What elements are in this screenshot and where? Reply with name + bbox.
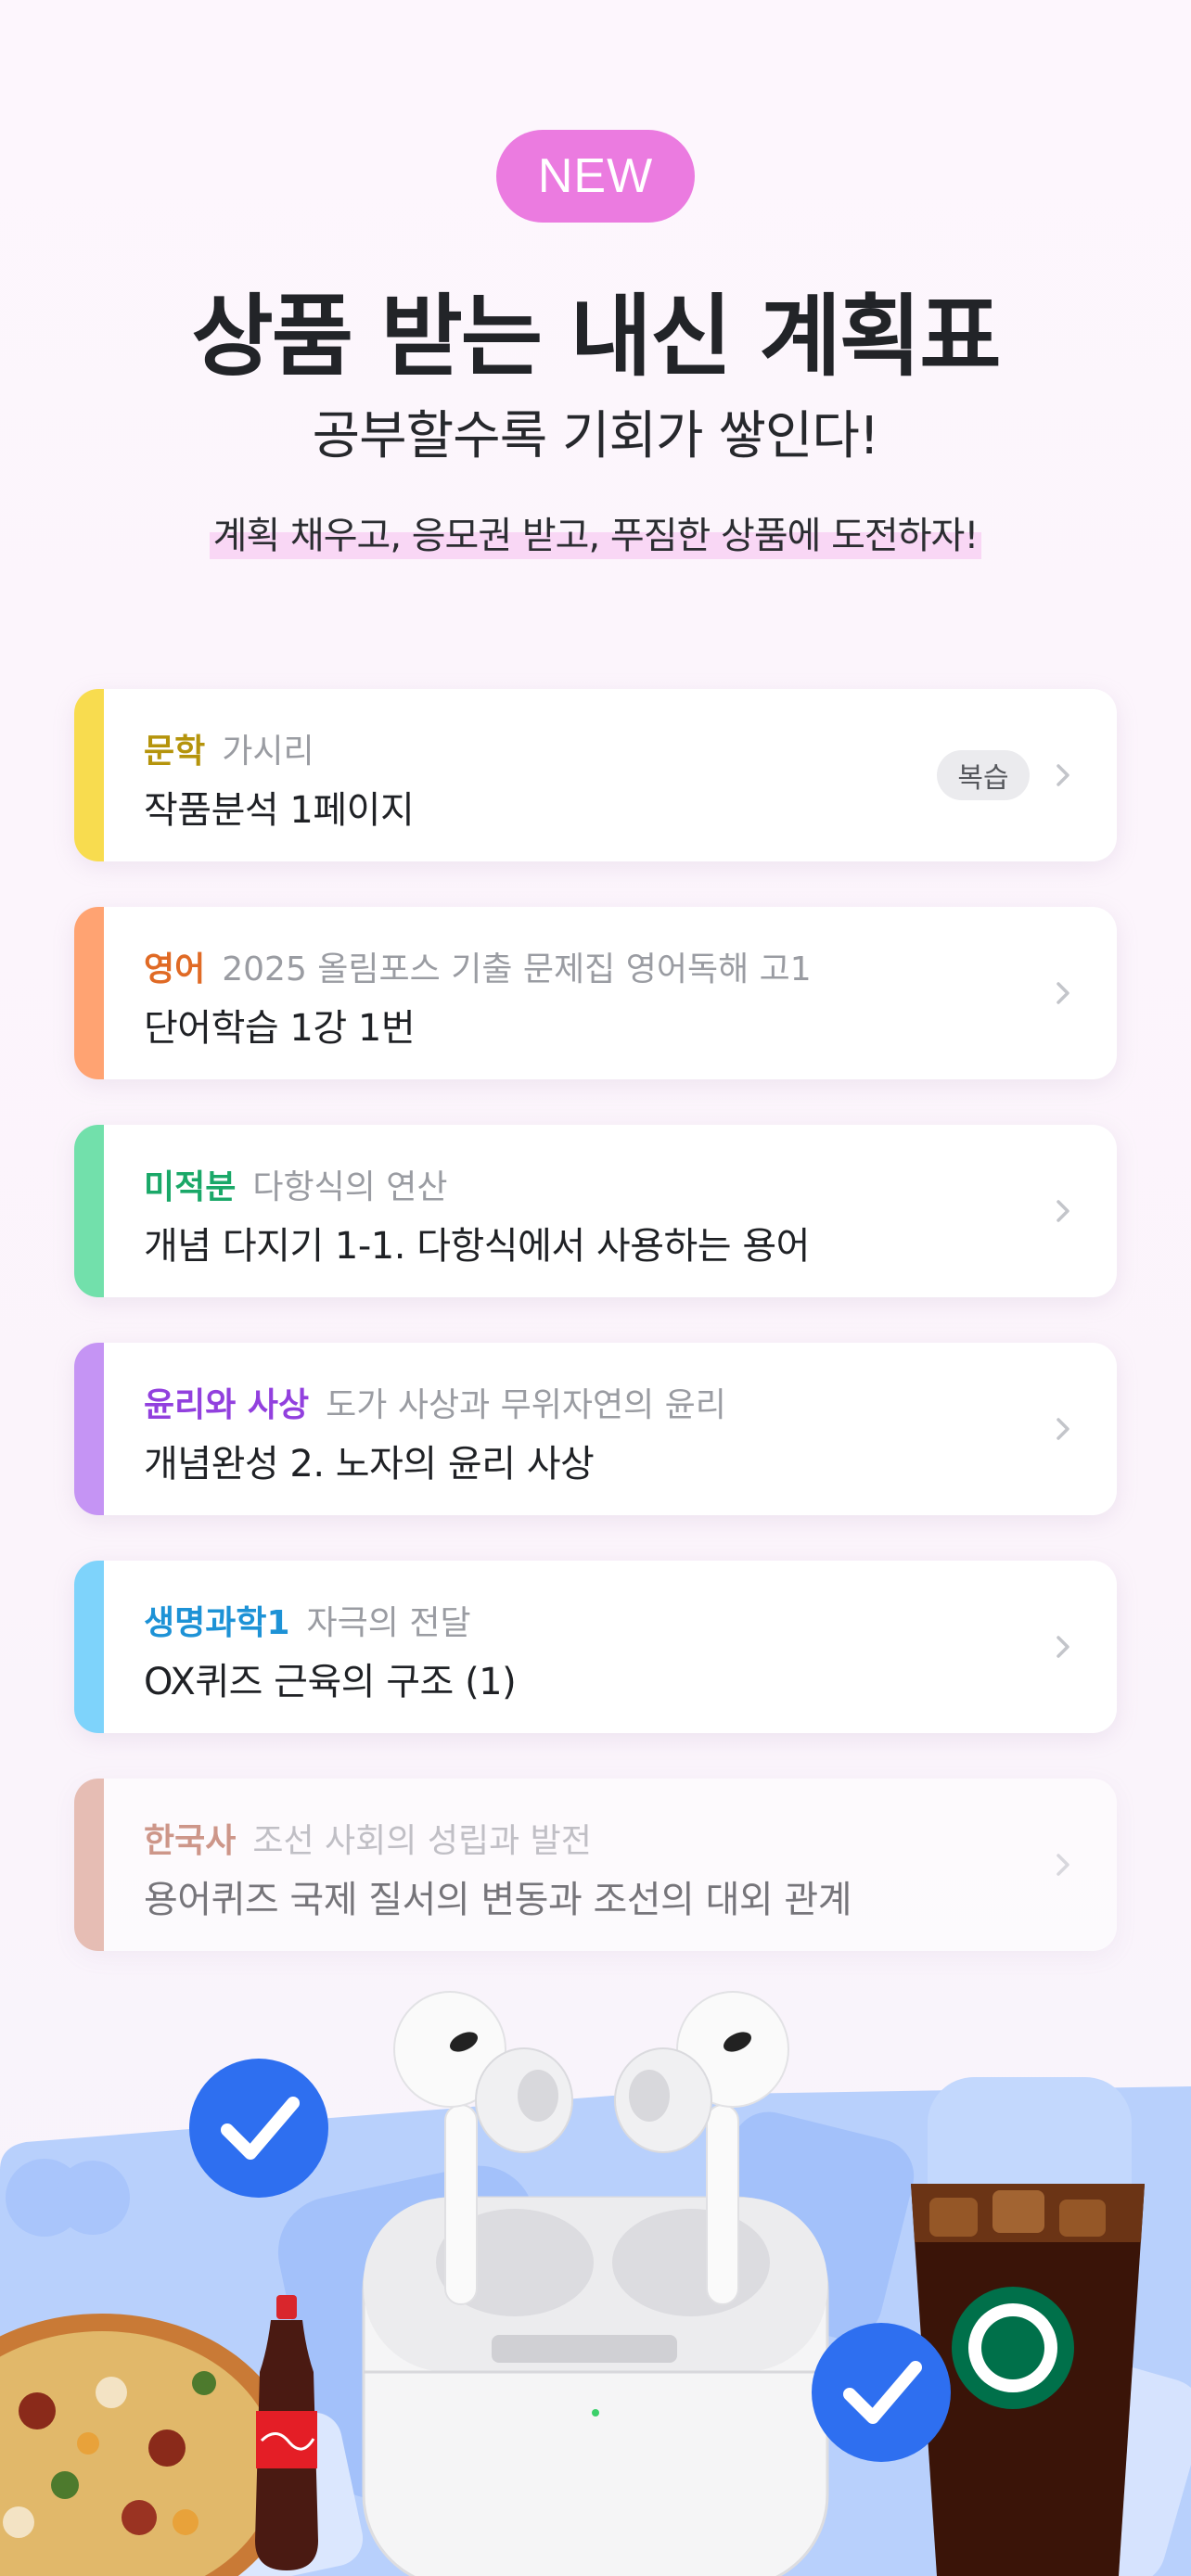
plan-meta: 미적분 다항식의 연산 [144,1160,448,1208]
review-badge: 복습 [937,750,1030,800]
check-circle-icon [812,2323,951,2462]
plan-topic: 조선 사회의 성립과 발전 [252,1822,592,1860]
chevron-right-icon [1057,1200,1069,1222]
plan-card[interactable]: 미적분 다항식의 연산 개념 다지기 1-1. 다항식에서 사용하는 용어 [74,1125,1117,1297]
plan-accent-bar [74,689,104,861]
plan-meta: 영어 2025 올림포스 기출 문제집 영어독해 고1 [144,942,812,990]
chevron-right-icon [1057,1636,1069,1658]
plan-card[interactable]: 문학 가시리 작품분석 1페이지 복습 [74,689,1117,861]
plan-task: 용어퀴즈 국제 질서의 변동과 조선의 대외 관계 [144,1879,852,1921]
plan-accent-bar [74,907,104,1079]
plan-meta: 한국사 조선 사회의 성립과 발전 [144,1814,592,1862]
plan-meta: 윤리와 사상 도가 사상과 무위자연의 윤리 [144,1378,726,1426]
plan-task: 작품분석 1페이지 [144,789,415,832]
plan-subject: 윤리와 사상 [144,1386,310,1424]
description-row: 계획 채우고, 응모권 받고, 푸짐한 상품에 도전하자! [0,505,1191,559]
plan-subject: 한국사 [144,1822,237,1860]
chevron-right-icon [1057,1418,1069,1440]
plan-accent-bar [74,1561,104,1733]
plan-task: 단어학습 1강 1번 [144,1007,416,1050]
plan-task: 개념완성 2. 노자의 윤리 사상 [144,1443,595,1486]
plan-accent-bar [74,1779,104,1951]
plan-card[interactable]: 영어 2025 올림포스 기출 문제집 영어독해 고1 단어학습 1강 1번 [74,907,1117,1079]
chevron-right-icon [1057,982,1069,1004]
plan-accent-bar [74,1125,104,1297]
plan-topic: 도가 사상과 무위자연의 윤리 [326,1386,726,1424]
plan-topic: 다항식의 연산 [252,1168,448,1206]
chevron-right-icon [1057,1854,1069,1876]
plan-task: 개념 다지기 1-1. 다항식에서 사용하는 용어 [144,1225,810,1268]
plan-topic: 2025 올림포스 기출 문제집 영어독해 고1 [222,950,812,988]
chevron-right-icon [1057,764,1069,786]
plan-card[interactable]: 윤리와 사상 도가 사상과 무위자연의 윤리 개념완성 2. 노자의 윤리 사상 [74,1343,1117,1515]
new-badge: NEW [496,130,695,223]
highlight-description: 계획 채우고, 응모권 받고, 푸짐한 상품에 도전하자! [209,505,982,559]
plan-subject: 미적분 [144,1168,237,1206]
plan-meta: 생명과학1 자극의 전달 [144,1596,471,1644]
airpods-image [362,1991,829,2576]
plan-card[interactable]: 생명과학1 자극의 전달 OX퀴즈 근육의 구조 (1) [74,1561,1117,1733]
plan-accent-bar [74,1343,104,1515]
plan-subject: 영어 [144,950,206,988]
page-subtitle: 공부할수록 기회가 쌓인다! [312,406,880,466]
plan-topic: 가시리 [222,733,314,771]
plan-card[interactable]: 한국사 조선 사회의 성립과 발전 용어퀴즈 국제 질서의 변동과 조선의 대외 … [74,1779,1117,1951]
plan-topic: 자극의 전달 [306,1604,471,1642]
check-circle-icon [189,2059,328,2198]
plan-subject: 생명과학1 [144,1604,290,1642]
plan-task: OX퀴즈 근육의 구조 (1) [144,1661,517,1703]
plan-subject: 문학 [144,733,206,771]
prize-illustration [0,1991,1191,2576]
plan-meta: 문학 가시리 [144,724,314,772]
page-title: 상품 받는 내신 계획표 [191,285,1001,389]
